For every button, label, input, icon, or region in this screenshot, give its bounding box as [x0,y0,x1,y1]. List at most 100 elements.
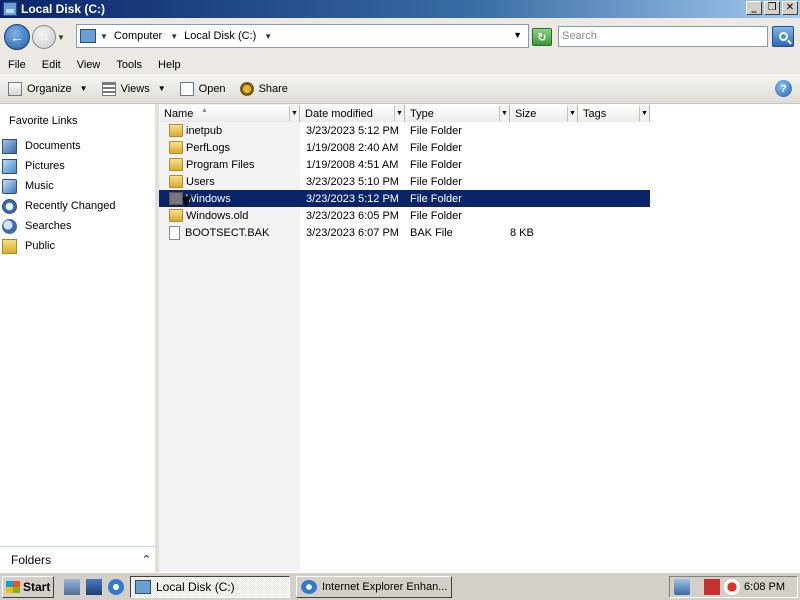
address-bar[interactable]: ▼ Computer ▼ Local Disk (C:) ▼ ▼ [76,24,529,48]
chevron-down-icon[interactable]: ▼ [639,106,649,121]
sort-ascending-icon: ▲ [201,107,208,114]
folder-icon [169,158,183,171]
breadcrumb-chevron[interactable]: ▼ [264,32,278,41]
back-button[interactable]: ← [4,24,30,50]
navigation-pane: Favorite Links Documents Pictures Music … [0,104,155,546]
menu-view[interactable]: View [69,59,109,71]
title-bar: Local Disk (C:) _ ❐ ✕ [0,0,800,18]
column-headers: Name ▲ ▼ Date modified ▼ Type ▼ Size ▼ T… [159,105,650,122]
refresh-button[interactable]: ↻ [532,28,552,46]
taskbar-item-internet-explorer[interactable]: Internet Explorer Enhan... [296,575,452,598]
system-tray: 6:08 PM [669,576,798,598]
drive-icon [80,29,96,43]
chevron-down-icon: ▼ [79,84,88,93]
forward-button[interactable]: → [32,25,56,49]
nav-item-music[interactable]: Music [2,176,152,196]
recently-changed-icon [2,198,17,214]
folder-icon [169,192,183,205]
file-icon [169,225,180,240]
file-row-inetpub[interactable]: inetpub 3/23/2023 5:12 PM File Folder [159,122,650,139]
breadcrumb-computer[interactable]: ▼ Computer [100,30,162,42]
public-folder-icon [2,238,17,254]
show-desktop-icon[interactable] [86,578,102,595]
open-icon [179,81,194,96]
views-icon [101,81,116,96]
file-row-windows[interactable]: Windows 3/23/2023 5:12 PM File Folder [159,190,650,207]
windows-logo-icon [6,580,20,593]
nav-item-documents[interactable]: Documents [2,136,152,156]
favorite-links-list: Documents Pictures Music Recently Change… [2,136,152,256]
menu-file[interactable]: File [0,59,34,71]
nav-item-pictures[interactable]: Pictures [2,156,152,176]
favorite-links-heading: Favorite Links [9,115,78,127]
internet-explorer-icon[interactable] [108,578,124,595]
chevron-down-icon: ▼ [157,84,166,93]
minimize-button[interactable]: _ [746,1,762,15]
folder-icon [169,124,183,137]
chevron-down-icon[interactable]: ▼ [394,106,404,121]
search-button[interactable] [772,26,794,47]
nav-item-recently-changed[interactable]: Recently Changed [2,196,152,216]
nav-item-public[interactable]: Public [2,236,152,256]
volume-icon[interactable] [724,579,740,595]
help-button[interactable]: ? [775,80,792,97]
security-icon[interactable] [674,579,690,595]
menu-help[interactable]: Help [150,59,189,71]
close-button[interactable]: ✕ [782,1,798,15]
menu-bar: File Edit View Tools Help [0,56,800,74]
drive-icon [135,579,151,594]
chevron-down-icon[interactable]: ▼ [499,106,509,121]
column-header-date-modified[interactable]: Date modified ▼ [300,105,405,122]
chevron-up-icon: ⌃ [141,554,151,566]
searches-icon [2,218,17,234]
open-button[interactable]: Open [179,81,226,96]
taskbar: Start Local Disk (C:) Internet Explorer … [0,572,800,600]
chevron-down-icon[interactable]: ▼ [567,106,577,121]
drive-icon [3,2,17,16]
search-input[interactable]: Search [558,26,768,47]
file-row-users[interactable]: Users 3/23/2023 5:10 PM File Folder [159,173,650,190]
menu-tools[interactable]: Tools [108,59,150,71]
search-icon [778,32,788,41]
taskbar-item-local-disk[interactable]: Local Disk (C:) [130,575,290,598]
column-header-tags[interactable]: Tags ▼ [578,105,650,122]
documents-icon [2,138,17,154]
network-icon[interactable] [704,579,720,595]
music-icon [2,178,17,194]
file-row-program-files[interactable]: Program Files 1/19/2008 4:51 AM File Fol… [159,156,650,173]
share-button[interactable]: Share [239,81,288,96]
window-controls: _ ❐ ✕ [746,1,798,15]
address-toolbar: ← → ▼ ▼ Computer ▼ Local Disk (C:) ▼ ▼ ↻ S… [0,18,800,56]
nav-item-searches[interactable]: Searches [2,216,152,236]
chevron-down-icon[interactable]: ▼ [289,106,299,121]
breadcrumb-local-disk[interactable]: ▼ Local Disk (C:) [170,30,256,42]
organize-button[interactable]: Organize ▼ [8,81,88,96]
organize-icon [8,81,22,96]
views-button[interactable]: Views ▼ [101,81,166,96]
column-header-size[interactable]: Size ▼ [510,105,578,122]
menu-edit[interactable]: Edit [34,59,69,71]
server-manager-icon[interactable] [64,578,80,595]
file-list: Name ▲ ▼ Date modified ▼ Type ▼ Size ▼ T… [159,104,800,572]
share-icon [239,81,254,96]
address-dropdown-icon[interactable]: ▼ [513,30,522,40]
column-header-type[interactable]: Type ▼ [405,105,510,122]
folder-icon [169,209,183,222]
folder-icon [169,175,183,188]
clock[interactable]: 6:08 PM [744,581,785,593]
file-row-windows-old[interactable]: Windows.old 3/23/2023 6:05 PM File Folde… [159,207,650,224]
pictures-icon [2,158,17,174]
file-row-bootsect-bak[interactable]: BOOTSECT.BAK 3/23/2023 6:07 PM BAK File … [159,224,650,241]
folder-icon [169,141,183,154]
folders-toggle[interactable]: Folders ⌃ [0,546,155,572]
window-title: Local Disk (C:) [21,2,106,16]
file-rows: inetpub 3/23/2023 5:12 PM File Folder Pe… [159,122,650,241]
internet-explorer-icon [301,579,317,594]
file-row-perflogs[interactable]: PerfLogs 1/19/2008 2:40 AM File Folder [159,139,650,156]
maximize-button[interactable]: ❐ [764,1,780,15]
column-header-name[interactable]: Name ▲ ▼ [159,105,300,122]
start-button[interactable]: Start [2,575,54,598]
quick-launch [64,578,124,595]
recent-pages-dropdown[interactable]: ▼ [57,33,67,42]
command-bar: Organize ▼ Views ▼ Open Share ? [0,74,800,104]
